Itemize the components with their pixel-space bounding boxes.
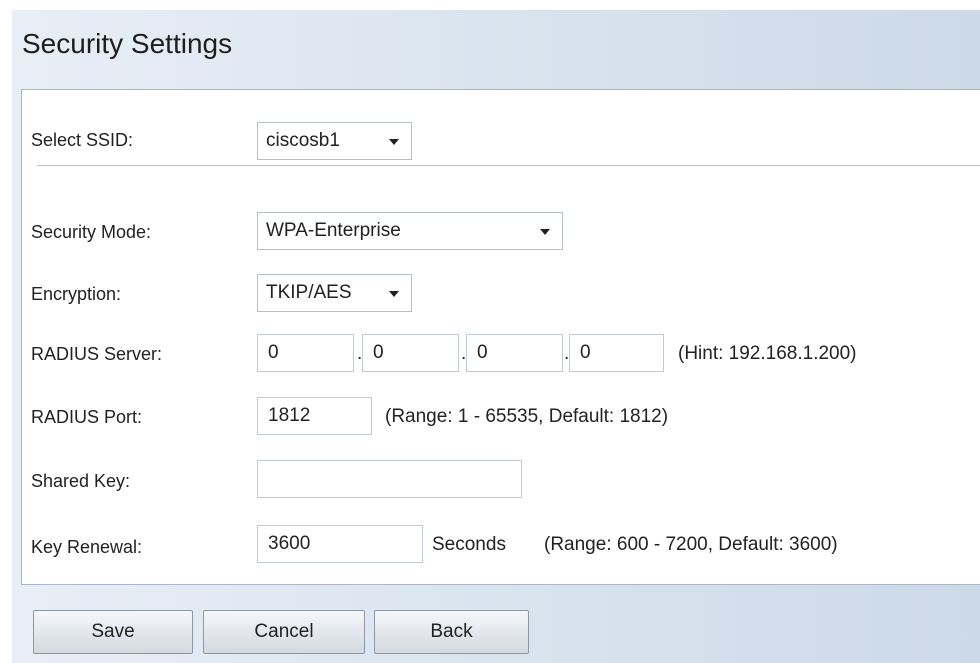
key-renewal-label: Key Renewal: [31, 537, 143, 557]
page-title: Security Settings [22, 28, 233, 59]
radius-port-label: RADIUS Port: [31, 407, 143, 427]
key-renewal-hint: (Range: 600 - 7200, Default: 3600) [544, 534, 838, 555]
encryption-select[interactable]: TKIP/AES [257, 274, 412, 312]
security-mode-value: WPA-Enterprise [266, 220, 401, 241]
chevron-down-icon [389, 139, 399, 145]
chevron-down-icon [389, 291, 399, 297]
radius-server-octet-4[interactable]: 0 [569, 334, 664, 372]
ssid-select[interactable]: ciscosb1 [257, 122, 412, 160]
radius-port-input[interactable]: 1812 [257, 397, 372, 435]
ssid-value: ciscosb1 [266, 130, 340, 151]
chevron-down-icon [540, 229, 550, 235]
ssid-label: Select SSID: [31, 130, 134, 150]
radius-server-label: RADIUS Server: [31, 344, 163, 364]
key-renewal-input[interactable]: 3600 [257, 525, 423, 563]
security-mode-select[interactable]: WPA-Enterprise [257, 212, 563, 250]
key-renewal-unit: Seconds [432, 534, 506, 555]
radius-server-octet-1[interactable]: 0 [257, 334, 354, 372]
radius-port-hint: (Range: 1 - 65535, Default: 1812) [385, 406, 669, 427]
section-divider [37, 165, 980, 166]
save-button[interactable]: Save [33, 610, 193, 654]
cancel-button[interactable]: Cancel [203, 610, 365, 654]
encryption-value: TKIP/AES [266, 282, 352, 303]
encryption-label: Encryption: [31, 284, 122, 304]
shared-key-label: Shared Key: [31, 471, 131, 491]
security-mode-label: Security Mode: [31, 222, 152, 242]
radius-server-hint: (Hint: 192.168.1.200) [678, 343, 857, 364]
radius-server-octet-3[interactable]: 0 [466, 334, 563, 372]
shared-key-input[interactable] [257, 460, 522, 498]
radius-server-octet-2[interactable]: 0 [362, 334, 459, 372]
back-button[interactable]: Back [374, 610, 529, 654]
